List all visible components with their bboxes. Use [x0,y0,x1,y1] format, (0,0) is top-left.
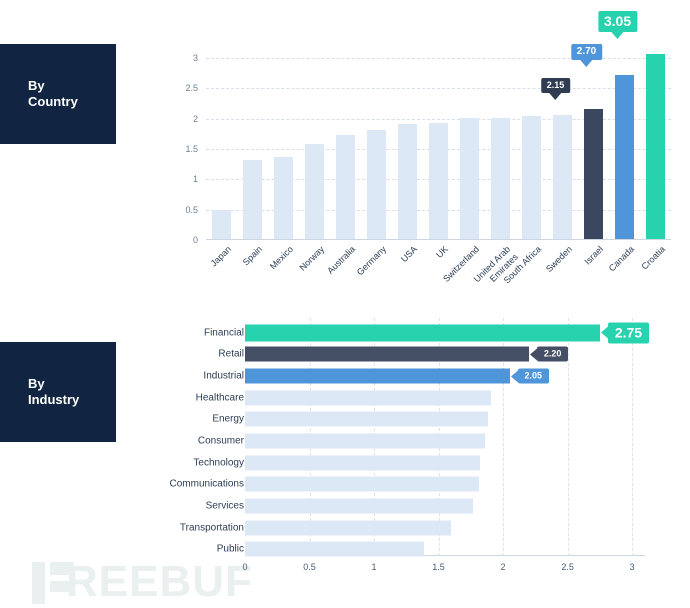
industry-category-label: Transportation [179,522,244,534]
country-bar[interactable] [398,123,417,239]
industry-bar[interactable] [245,390,492,406]
industry-bar[interactable] [245,476,479,492]
industry-category-labels: Financial Retail Industrial Healthcare Energ… [120,318,244,568]
industry-category-label: Energy [212,413,244,425]
section-label-line1: By [28,78,45,93]
country-value-callout-text: 2.15 [546,79,565,90]
industry-category-label: Consumer [197,435,244,447]
country-x-tick-label: Japan [208,244,233,269]
industry-bar[interactable] [245,433,485,449]
country-bar[interactable] [243,160,262,239]
country-y-tick-label: 1 [192,174,198,185]
country-y-tick-label: 0 [192,235,198,245]
country-bar[interactable] [646,54,665,239]
industry-x-tick-label: 1.5 [432,562,445,572]
section-label-line2: Country [28,94,78,109]
country-bar[interactable] [336,134,355,239]
industry-bar[interactable] [245,541,425,557]
country-bar[interactable] [491,117,510,239]
industry-plot-area: 0 0.5 1 1.5 2 2.5 3 2.75 2.20 2.05 [242,318,650,572]
industry-value-callout-text: 2.75 [614,324,643,341]
country-y-tick-label: 0.5 [185,204,198,215]
industry-category-label: Financial [203,327,244,339]
industry-bar[interactable] [245,324,600,342]
country-gridline [206,88,671,90]
country-y-tick-label: 2 [192,113,198,124]
industry-bar[interactable] [245,455,480,471]
country-x-tick-label: Australia [324,244,357,276]
section-label-line1: By [28,376,45,391]
country-bar[interactable] [553,114,572,239]
country-plot-area [206,46,671,240]
industry-value-callout-text: 2.05 [524,370,543,381]
country-value-callout-text: 2.70 [576,46,597,58]
country-x-tick-label: Canada [606,244,636,274]
country-bar[interactable] [367,130,386,239]
country-value-callout: 2.15 [540,77,571,100]
industry-x-tick-label: 0.5 [303,562,316,572]
industry-x-tick-label: 3 [629,562,635,572]
country-x-tick-label: Sweden [543,244,574,275]
industry-x-tick-label: 2.5 [561,562,574,572]
country-bar[interactable] [460,117,479,239]
industry-value-callout: 2.75 [600,322,650,344]
country-value-callout-text: 3.05 [603,13,632,30]
industry-category-label: Retail [218,348,244,360]
watermark-mark-bar-3 [50,581,69,592]
country-y-axis: 3 2.5 2 1.5 1 0.5 0 [168,46,202,245]
country-y-tick-label: 2.5 [185,83,198,94]
industry-bar[interactable] [245,520,452,536]
country-bar[interactable] [522,115,541,239]
country-x-tick-label: Germany [354,244,388,278]
country-x-tick-label: Mexico [267,244,295,272]
chart-by-industry: Financial Retail Industrial Healthcare Energ… [120,318,680,600]
country-bar[interactable] [212,209,231,239]
section-label-by-industry: By Industry [0,342,116,442]
industry-bar[interactable] [245,411,488,427]
industry-gridline [632,318,634,556]
industry-category-label: Services [205,500,244,512]
country-bar[interactable] [274,156,293,239]
industry-category-label: Healthcare [195,392,244,404]
section-label-by-country: By Country [0,44,116,144]
country-bar[interactable] [429,122,448,239]
section-label-line2: Industry [28,392,80,407]
industry-category-label: Communications [169,478,244,490]
country-x-tick-label: Croatia [638,244,667,272]
country-x-tick-label: Norway [296,244,326,273]
industry-x-tick-label: 2 [500,562,506,572]
industry-category-label: Industrial [203,370,244,382]
country-bar[interactable] [615,75,634,239]
country-value-callout: 2.70 [570,44,603,68]
country-x-tick-label: UK [433,244,450,260]
country-bar[interactable] [305,143,324,239]
industry-category-label: Public [216,543,244,555]
industry-x-tick-label: 0 [242,562,248,572]
country-x-tick-label: Spain [240,244,264,268]
country-y-tick-label: 3 [192,53,198,64]
watermark-mark-bar-2 [50,562,74,575]
industry-bar[interactable] [245,498,474,514]
industry-x-tick-label: 1 [371,562,377,572]
industry-bar[interactable] [245,346,529,362]
country-value-callout: 3.05 [597,11,638,40]
industry-bar[interactable] [245,368,510,384]
country-x-tick-label: Israel [581,244,605,267]
country-baseline [206,239,671,240]
industry-value-callout: 2.05 [510,368,550,384]
chart-by-country: 3 2.5 2 1.5 1 0.5 0 Japan Spain Mexico Norway Aust… [168,8,680,298]
watermark-mark-bar-1 [32,562,45,604]
industry-value-callout: 2.20 [529,346,569,362]
country-y-tick-label: 1.5 [185,144,198,155]
country-x-tick-label: USA [398,244,419,265]
industry-value-callout-text: 2.20 [543,348,562,359]
country-bar[interactable] [584,108,603,239]
industry-category-label: Technology [193,457,244,469]
